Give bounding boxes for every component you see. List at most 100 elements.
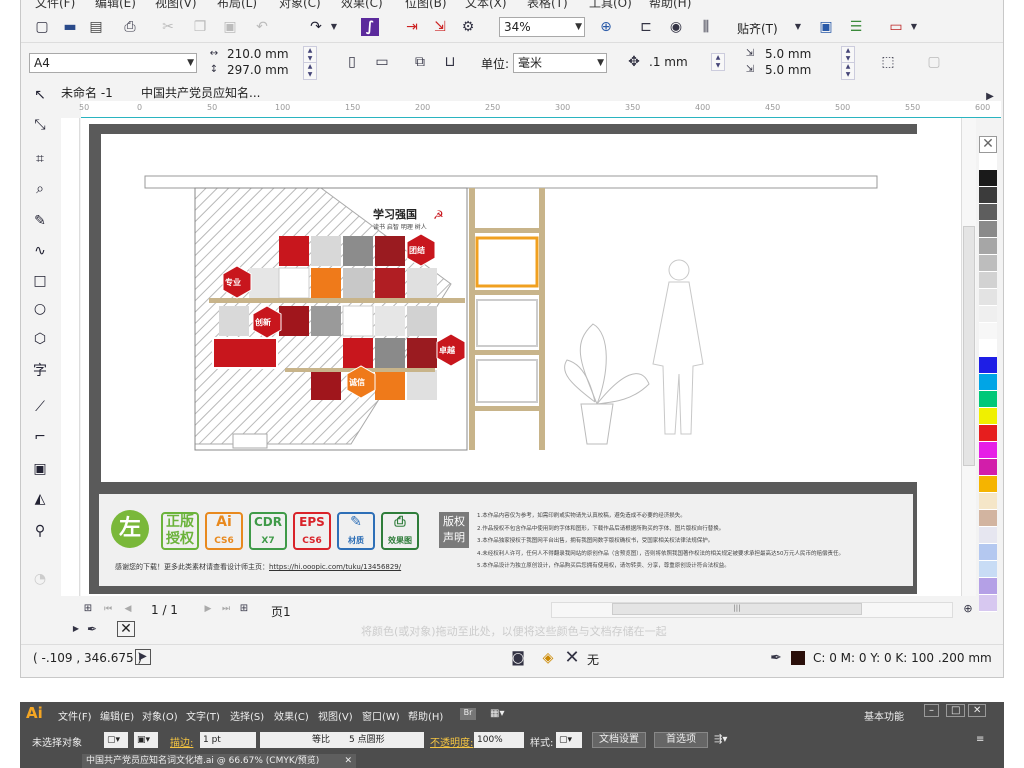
show-grid-icon[interactable]: ◉ xyxy=(667,18,685,36)
full-screen-preview-icon[interactable]: ⊕ xyxy=(597,18,615,36)
close-icon[interactable]: ✕ xyxy=(968,704,987,717)
color-swatch[interactable] xyxy=(979,459,997,476)
snap-to-menu[interactable]: 贴齐(T) xyxy=(737,20,778,37)
variable-width-profile[interactable]: 等比 xyxy=(260,732,350,748)
ai-menu-effect[interactable]: 效果(C) xyxy=(274,708,309,723)
color-swatch[interactable] xyxy=(979,493,997,510)
brush-definition-select[interactable]: 5 点圆形 xyxy=(346,732,424,748)
color-swatch[interactable] xyxy=(979,476,997,493)
opacity-label[interactable]: 不透明度: xyxy=(430,734,473,749)
shape-tool-icon[interactable]: ⤡ xyxy=(29,114,51,136)
menu-effects[interactable]: 效果(C) xyxy=(341,0,383,10)
parallel-dimension-icon[interactable]: ⟋ xyxy=(29,396,51,418)
vertical-scrollbar[interactable] xyxy=(961,118,976,596)
prev-page-icon[interactable]: ◀ xyxy=(119,600,137,618)
options-icon[interactable]: ☰ xyxy=(847,18,865,36)
color-swatch[interactable] xyxy=(979,510,997,527)
color-swatch[interactable] xyxy=(979,374,997,391)
color-swatch[interactable] xyxy=(979,357,997,374)
undo-icon[interactable]: ↶ xyxy=(253,18,271,36)
color-swatch[interactable] xyxy=(979,578,997,595)
text-tool-icon[interactable]: 字 xyxy=(29,360,51,382)
document-setup-button[interactable]: 文档设置 xyxy=(592,732,646,748)
color-swatch[interactable] xyxy=(979,408,997,425)
color-swatch[interactable] xyxy=(979,187,997,204)
panel-menu-icon[interactable]: ≡ xyxy=(976,734,984,745)
ai-menu-type[interactable]: 文字(T) xyxy=(186,708,220,723)
last-page-icon[interactable]: ⏭ xyxy=(217,600,235,618)
vertical-scroll-thumb[interactable] xyxy=(963,226,975,466)
ai-menu-edit[interactable]: 编辑(E) xyxy=(100,708,134,723)
page-size-select[interactable]: A4 ▼ xyxy=(29,53,197,73)
color-swatch[interactable] xyxy=(979,391,997,408)
first-page-icon[interactable]: ⏮ xyxy=(99,600,117,618)
menu-file[interactable]: 文件(F) xyxy=(35,0,75,10)
save-icon[interactable]: ▤ xyxy=(87,18,105,36)
color-swatch[interactable] xyxy=(979,272,997,289)
menu-object[interactable]: 对象(C) xyxy=(279,0,321,10)
display-icon[interactable]: ▭ xyxy=(887,18,905,36)
color-palette[interactable]: ✕ xyxy=(979,136,997,612)
color-swatch[interactable] xyxy=(979,561,997,578)
ai-document-tab[interactable]: 中国共产党员应知名词文化墙.ai @ 66.67% (CMYK/预览) ✕ xyxy=(82,754,356,768)
fill-color-picker[interactable]: ▢▾ xyxy=(104,732,128,748)
print-icon[interactable]: ⎙ xyxy=(121,18,139,36)
ai-menu-file[interactable]: 文件(F) xyxy=(58,708,92,723)
page-options-icon[interactable]: ▢ xyxy=(925,53,943,71)
smart-drawing-icon[interactable]: ∿ xyxy=(29,240,51,262)
duplicate-x-field[interactable]: 5.0 mm xyxy=(765,47,811,61)
nudge-spinner[interactable]: ▲ ▼ xyxy=(711,53,725,71)
color-swatch[interactable] xyxy=(979,306,997,323)
ai-menu-select[interactable]: 选择(S) xyxy=(230,708,264,723)
ai-menu-window[interactable]: 窗口(W) xyxy=(362,708,400,723)
document-info-icon[interactable]: ◙ xyxy=(509,649,527,667)
new-document-icon[interactable]: ▢ xyxy=(33,18,51,36)
preferences-button[interactable]: 首选项 xyxy=(654,732,708,748)
page-height-field[interactable]: 297.0 mm xyxy=(227,63,289,77)
color-swatch[interactable] xyxy=(979,238,997,255)
bridge-icon[interactable]: Br xyxy=(460,708,476,720)
menu-help[interactable]: 帮助(H) xyxy=(649,0,691,10)
import-icon[interactable]: ∫ xyxy=(361,18,379,36)
polygon-tool-icon[interactable]: ⬡ xyxy=(29,328,51,350)
show-guidelines-icon[interactable]: ⫼ xyxy=(697,18,715,36)
stroke-weight-field[interactable]: 1 pt xyxy=(200,732,256,748)
minimize-icon[interactable]: – xyxy=(924,704,939,717)
ai-menu-object[interactable]: 对象(O) xyxy=(142,708,178,723)
duplicate-y-field[interactable]: 5.0 mm xyxy=(765,63,811,77)
redo-dropdown-icon[interactable]: ▼ xyxy=(325,18,343,36)
ai-menu-view[interactable]: 视图(V) xyxy=(318,708,353,723)
duplicate-y-spinner[interactable]: ▲ ▼ xyxy=(841,62,855,80)
treat-as-filled-icon[interactable]: ⬚ xyxy=(879,53,897,71)
color-swatch[interactable] xyxy=(979,323,997,340)
eyedropper-icon[interactable]: ✒ xyxy=(83,620,101,638)
redo-icon[interactable]: ↷ xyxy=(307,18,325,36)
culture-wall-artwork[interactable]: 学习强国 读书 启智 明理 树人 ☭ 专业 创新 团结 诚信 卓越 xyxy=(101,134,917,482)
freehand-tool-icon[interactable]: ✎ xyxy=(29,210,51,232)
menu-tools[interactable]: 工具(O) xyxy=(589,0,632,10)
chevron-down-icon[interactable]: ▼ xyxy=(789,18,807,36)
color-swatch[interactable] xyxy=(979,340,997,357)
chevron-down-icon[interactable]: ▼ xyxy=(905,18,923,36)
no-color-swatch[interactable]: ✕ xyxy=(979,136,997,153)
eyedropper-icon[interactable]: ⚲ xyxy=(29,520,51,542)
designer-homepage-link[interactable]: https://hi.ooopic.com/tuku/13456829/ xyxy=(269,563,401,571)
menu-edit[interactable]: 编辑(E) xyxy=(95,0,136,10)
drawing-canvas[interactable]: 学习强国 读书 启智 明理 树人 ☭ 专业 创新 团结 诚信 卓越 左 正版 授权… xyxy=(81,118,976,596)
zoom-navigator-icon[interactable]: ⊕ xyxy=(959,600,977,618)
color-swatch[interactable] xyxy=(979,204,997,221)
color-swatch[interactable] xyxy=(979,289,997,306)
cut-icon[interactable]: ✂ xyxy=(159,18,177,36)
add-page-after-icon[interactable]: ⊞ xyxy=(235,600,253,618)
ellipse-tool-icon[interactable]: ○ xyxy=(29,298,51,320)
page-width-field[interactable]: 210.0 mm xyxy=(227,47,289,61)
color-swatch[interactable] xyxy=(979,425,997,442)
horizontal-scroll-thumb[interactable]: ||| xyxy=(612,603,862,615)
close-tab-icon[interactable]: ✕ xyxy=(344,754,352,768)
color-swatch[interactable] xyxy=(979,544,997,561)
page-tab[interactable]: 页1 xyxy=(271,603,291,620)
show-rulers-icon[interactable]: ⊏ xyxy=(637,18,655,36)
menu-layout[interactable]: 布局(L) xyxy=(217,0,257,10)
color-swatch[interactable] xyxy=(979,221,997,238)
stroke-label[interactable]: 描边: xyxy=(170,734,193,749)
